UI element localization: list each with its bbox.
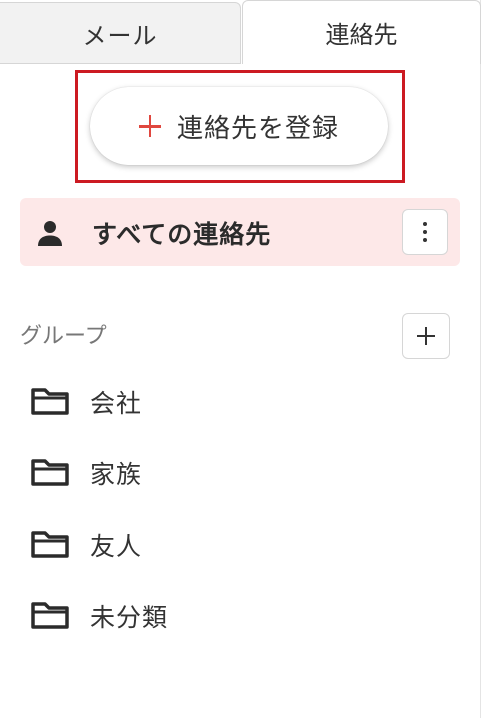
group-item-family[interactable]: 家族 bbox=[20, 446, 440, 496]
all-contacts-item[interactable]: すべての連絡先 bbox=[20, 198, 460, 266]
register-contact-label: 連絡先を登録 bbox=[176, 113, 339, 144]
more-vertical-icon-dot bbox=[423, 230, 427, 234]
group-item-label: 未分類 bbox=[90, 603, 169, 632]
add-group-button[interactable] bbox=[402, 313, 450, 359]
plus-icon bbox=[138, 115, 161, 137]
group-item-label: 友人 bbox=[90, 532, 143, 561]
group-item-company[interactable]: 会社 bbox=[20, 375, 440, 425]
tab-contacts-label: 連絡先 bbox=[325, 21, 398, 49]
group-item-uncategorized[interactable]: 未分類 bbox=[20, 589, 440, 639]
tab-mail[interactable]: メール bbox=[0, 2, 241, 64]
tab-mail-label: メール bbox=[82, 21, 158, 50]
folder-icon bbox=[31, 602, 69, 629]
group-item-label: 家族 bbox=[90, 460, 143, 489]
group-item-friends[interactable]: 友人 bbox=[20, 518, 440, 568]
folder-icon bbox=[31, 388, 69, 415]
tab-bar: メール 連絡先 bbox=[0, 0, 481, 64]
more-vertical-icon-dot bbox=[423, 238, 427, 242]
all-contacts-label: すべての連絡先 bbox=[92, 220, 272, 249]
contacts-sidebar: メール 連絡先 連絡先を登録 すべての連絡先 グループ 会社 家族 友人 未分類 bbox=[0, 0, 481, 718]
folder-icon bbox=[31, 459, 69, 486]
person-icon bbox=[38, 221, 62, 246]
all-contacts-more-button[interactable] bbox=[402, 209, 448, 255]
tab-contacts[interactable]: 連絡先 bbox=[242, 0, 481, 64]
groups-heading: グループ bbox=[20, 324, 107, 349]
more-vertical-icon bbox=[423, 222, 427, 226]
plus-icon bbox=[417, 327, 435, 345]
register-contact-button[interactable]: 連絡先を登録 bbox=[90, 87, 388, 165]
group-item-label: 会社 bbox=[90, 389, 143, 418]
folder-icon bbox=[31, 531, 69, 558]
